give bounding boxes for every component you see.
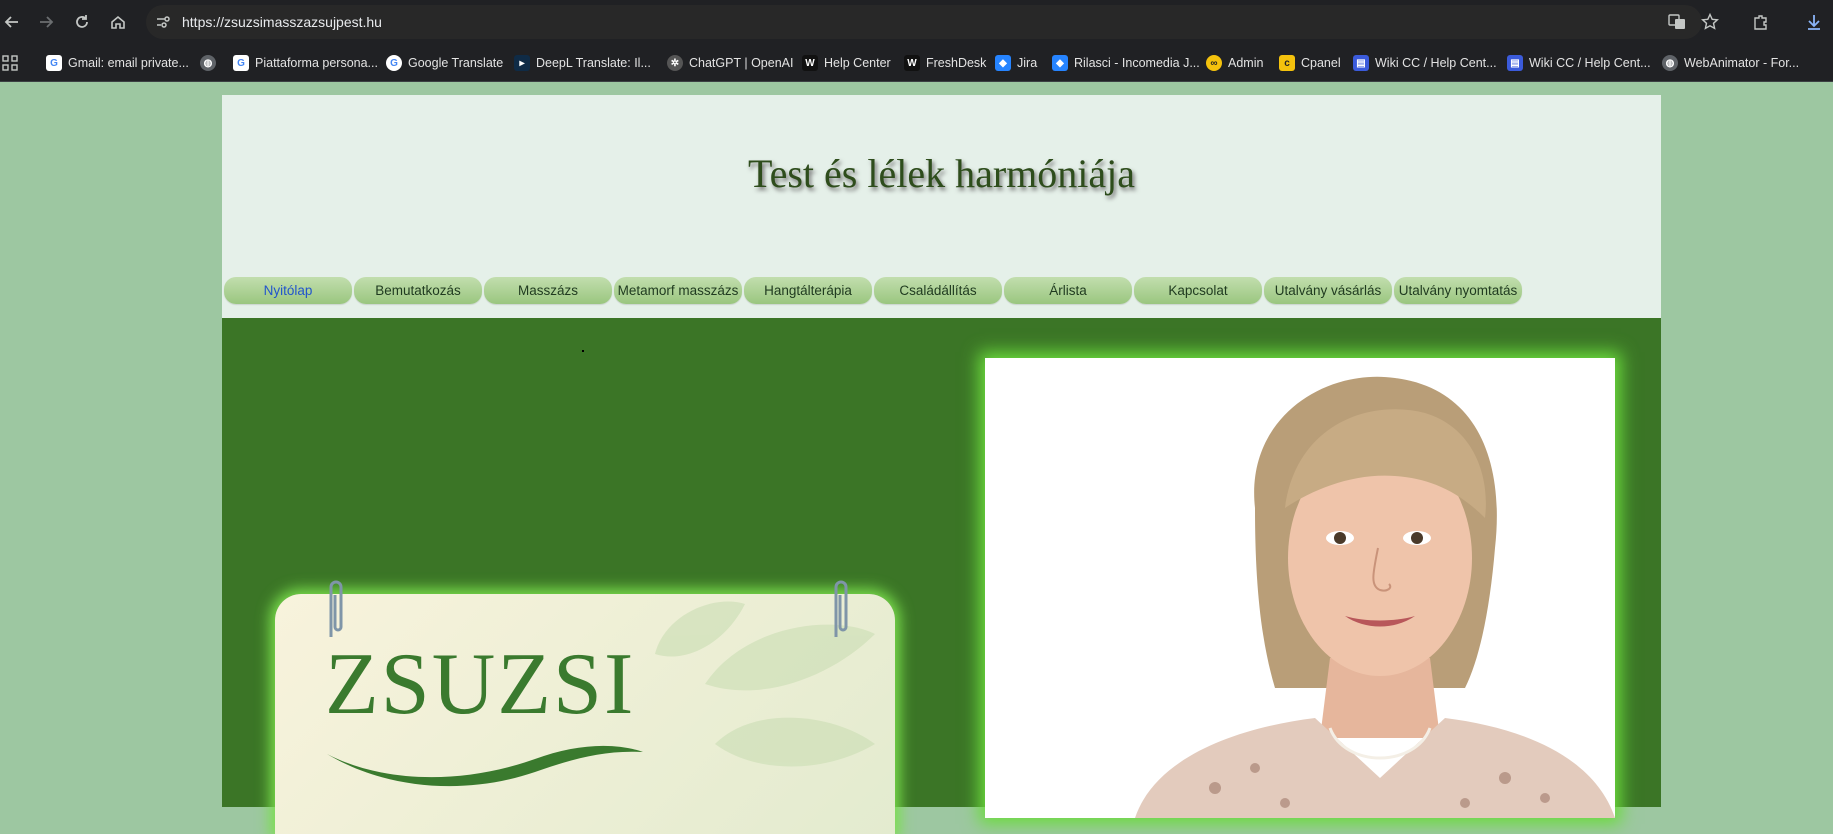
- deepl-icon: ▸: [514, 55, 530, 71]
- bookmark-piattaforma[interactable]: G Piattaforma persona...: [233, 53, 378, 73]
- url-text: https://zsuzsimasszazsujpest.hu: [182, 14, 382, 30]
- apps-grid-icon[interactable]: [2, 53, 18, 73]
- download-icon[interactable]: [1802, 10, 1826, 34]
- bookmark-admin[interactable]: ∞ Admin: [1206, 53, 1263, 73]
- wiki-icon: ▤: [1353, 55, 1369, 71]
- browser-toolbar: https://zsuzsimasszazsujpest.hu: [0, 0, 1833, 44]
- ws-icon: W: [802, 55, 818, 71]
- wiki-icon: ▤: [1507, 55, 1523, 71]
- menu-item-kapcsolat[interactable]: Kapcsolat: [1134, 277, 1262, 304]
- logo-card: ZSUZSI: [275, 594, 895, 834]
- menu-item-hangtalterapia[interactable]: Hangtálterápia: [744, 277, 872, 304]
- translate-icon[interactable]: [1665, 10, 1689, 34]
- menu-item-arlista[interactable]: Árlista: [1004, 277, 1132, 304]
- google-icon: G: [386, 55, 402, 71]
- bookmark-google-translate[interactable]: G Google Translate: [386, 53, 503, 73]
- bookmark-webanimator[interactable]: ◍ WebAnimator - For...: [1662, 53, 1799, 73]
- site-container: Test és lélek harmóniája Nyitólap Bemuta…: [222, 95, 1661, 834]
- bookmark-jira[interactable]: ◆ Jira: [995, 53, 1037, 73]
- forward-arrow-icon[interactable]: [34, 10, 58, 34]
- menu-item-nyitolap[interactable]: Nyitólap: [224, 277, 352, 304]
- menu-item-metamorf-masszazs[interactable]: Metamorf masszázs: [614, 277, 742, 304]
- bookmark-globe[interactable]: ◍: [200, 53, 222, 73]
- menu-item-bemutatkozas[interactable]: Bemutatkozás: [354, 277, 482, 304]
- extensions-icon[interactable]: [1749, 10, 1773, 34]
- logo-word: ZSUZSI: [325, 636, 636, 733]
- site-header: Test és lélek harmóniája Nyitólap Bemuta…: [222, 95, 1661, 318]
- globe-icon: ◍: [1662, 55, 1678, 71]
- logo-swoosh: [327, 745, 643, 787]
- bookmark-help-center[interactable]: W Help Center: [802, 53, 891, 73]
- bookmark-freshdesk[interactable]: W FreshDesk: [904, 53, 986, 73]
- ws-icon: W: [904, 55, 920, 71]
- admin-icon: ∞: [1206, 55, 1222, 71]
- globe-icon: ◍: [200, 55, 216, 71]
- back-arrow-icon[interactable]: [0, 10, 24, 34]
- bookmarks-bar: G Gmail: email private... ◍ G Piattaforma …: [0, 44, 1833, 82]
- menu-item-utalvany-nyomtatas[interactable]: Utalvány nyomtatás: [1394, 277, 1522, 304]
- address-bar[interactable]: https://zsuzsimasszazsujpest.hu: [146, 5, 1702, 39]
- site-title: Test és lélek harmóniája: [747, 151, 1136, 196]
- bookmark-deepl[interactable]: ▸ DeepL Translate: Il...: [514, 53, 651, 73]
- openai-icon: ✲: [667, 55, 683, 71]
- bookmark-rilasci[interactable]: ◆ Rilasci - Incomedia J...: [1052, 53, 1200, 73]
- site-settings-icon[interactable]: [154, 13, 172, 31]
- main-content: ZSUZSI: [222, 318, 1661, 834]
- star-icon[interactable]: [1698, 10, 1722, 34]
- bookmark-wiki-2[interactable]: ▤ Wiki CC / Help Cent...: [1507, 53, 1651, 73]
- page-viewport: Test és lélek harmóniája Nyitólap Bemuta…: [0, 82, 1833, 834]
- jira-icon: ◆: [995, 55, 1011, 71]
- jira-icon: ◆: [1052, 55, 1068, 71]
- menu-item-utalvany-vasarlas[interactable]: Utalvány vásárlás: [1264, 277, 1392, 304]
- paperclip-icon: [329, 580, 343, 637]
- google-icon: G: [46, 55, 62, 71]
- bookmark-cpanel[interactable]: c Cpanel: [1279, 53, 1341, 73]
- portrait-photo: [985, 358, 1615, 818]
- menu-item-csaladallitas[interactable]: Családállítás: [874, 277, 1002, 304]
- google-icon: G: [233, 55, 249, 71]
- bookmark-wiki-1[interactable]: ▤ Wiki CC / Help Cent...: [1353, 53, 1497, 73]
- cpanel-icon: c: [1279, 55, 1295, 71]
- bookmark-chatgpt[interactable]: ✲ ChatGPT | OpenAI: [667, 53, 793, 73]
- home-icon[interactable]: [106, 10, 130, 34]
- paperclip-icon: [834, 580, 848, 637]
- reload-icon[interactable]: [70, 10, 94, 34]
- menu-item-masszazs[interactable]: Masszázs: [484, 277, 612, 304]
- dot-mark: [582, 350, 584, 352]
- bookmark-gmail[interactable]: G Gmail: email private...: [46, 53, 189, 73]
- portrait-image: [1135, 376, 1615, 818]
